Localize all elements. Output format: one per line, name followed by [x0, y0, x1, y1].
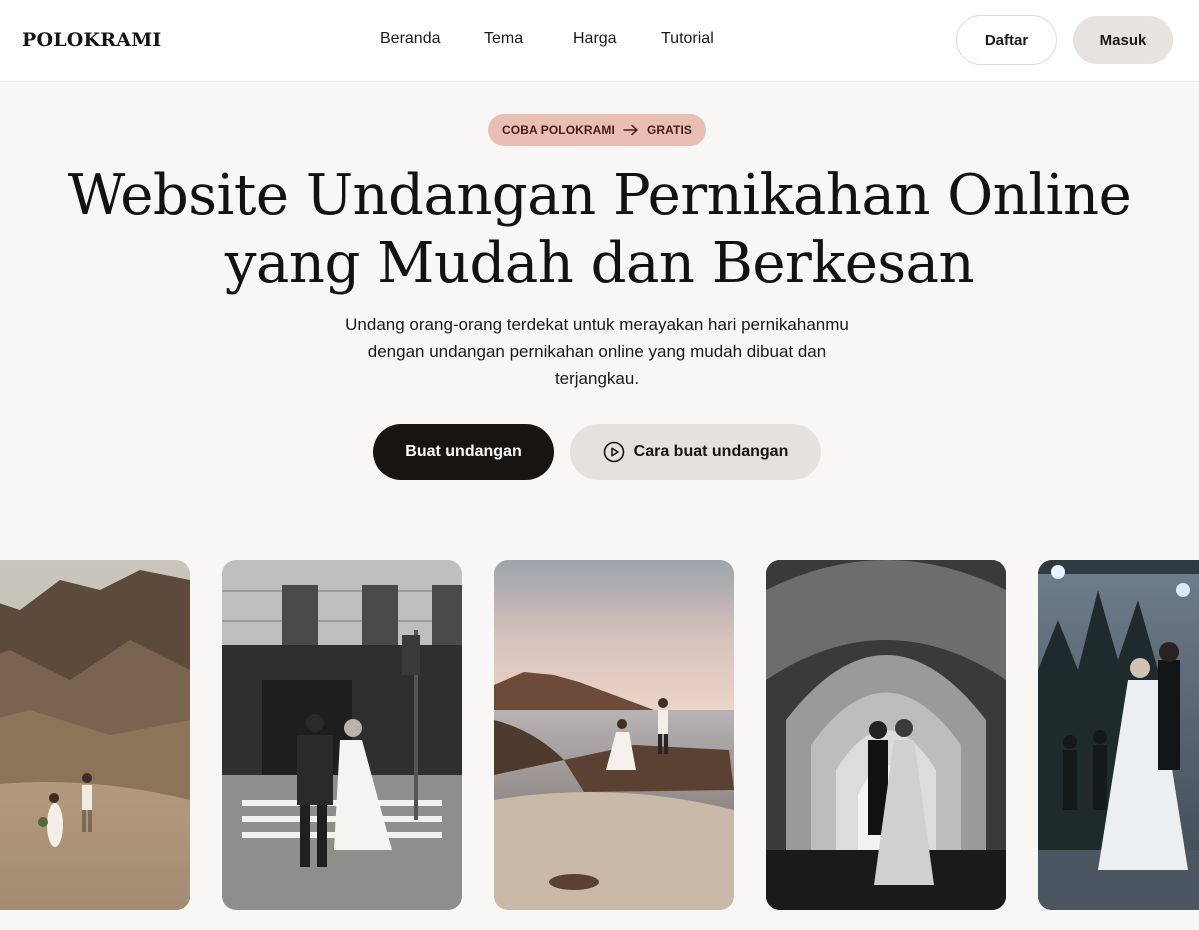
hero-subtitle-line-3: terjangkau.: [554, 369, 640, 388]
arrow-right-icon: [623, 124, 638, 136]
couple-beach-sunset-photo: [494, 560, 734, 910]
hero-title-line-1: Website Undangan Pernikahan Online: [67, 163, 1132, 228]
nav-beranda[interactable]: Beranda: [380, 30, 441, 48]
hero-title: Website Undangan Pernikahan Online yang …: [0, 162, 1199, 298]
cara-buat-undangan-label: Cara buat undangan: [633, 443, 789, 460]
hero-subtitle-line-2: dengan undangan pernikahan online yang m…: [367, 342, 827, 361]
hero-title-line-2: yang Mudah dan Berkesan: [224, 231, 975, 296]
masuk-button[interactable]: Masuk: [1073, 16, 1173, 64]
nav-tutorial[interactable]: Tutorial: [661, 30, 714, 48]
couple-desert-photo: [0, 560, 190, 910]
top-navbar: POLOKRAMI Beranda Tema Harga Tutorial Da…: [0, 0, 1199, 82]
daftar-button[interactable]: Daftar: [956, 15, 1057, 65]
hero-subtitle-line-1: Undang orang-orang terdekat untuk meraya…: [345, 315, 849, 334]
couple-dance-night-photo: [1038, 560, 1199, 910]
nav-harga[interactable]: Harga: [573, 30, 617, 48]
couple-crosswalk-photo: [222, 560, 462, 910]
photo-gallery: [0, 560, 1199, 910]
buat-undangan-button[interactable]: Buat undangan: [373, 424, 554, 480]
cara-buat-undangan-button[interactable]: Cara buat undangan: [570, 424, 821, 480]
hero-subtitle: Undang orang-orang terdekat untuk meraya…: [300, 311, 894, 392]
couple-archway-photo: [766, 560, 1006, 910]
play-circle-icon: [603, 441, 624, 463]
promo-right-text: GRATIS: [646, 123, 692, 137]
promo-left-text: COBA POLOKRAMI: [502, 123, 615, 137]
nav-tema[interactable]: Tema: [484, 30, 523, 48]
promo-pill[interactable]: COBA POLOKRAMI GRATIS: [488, 114, 706, 146]
